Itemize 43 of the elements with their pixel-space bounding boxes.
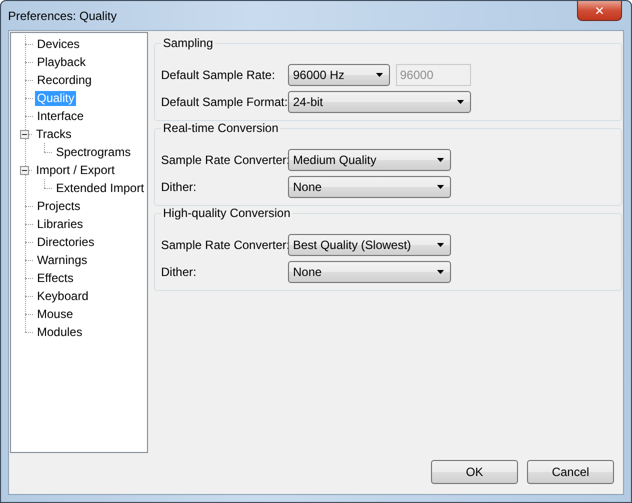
field-label: Dither: bbox=[161, 180, 198, 194]
window-title: Preferences: Quality bbox=[8, 8, 117, 22]
collapse-icon[interactable] bbox=[20, 166, 29, 174]
tree-item[interactable]: Modules bbox=[35, 324, 84, 340]
caret-icon bbox=[376, 72, 383, 76]
tree-item[interactable]: Spectrograms bbox=[54, 144, 133, 160]
group-title: Sampling bbox=[161, 36, 216, 50]
group-title: Real-time Conversion bbox=[161, 121, 280, 135]
dropdown[interactable]: 96000 Hz bbox=[288, 64, 390, 86]
tree-item[interactable]: Projects bbox=[35, 198, 82, 214]
dropdown[interactable]: Medium Quality bbox=[288, 148, 451, 170]
tree-item[interactable]: Mouse bbox=[35, 306, 76, 322]
tree-item[interactable]: Import / Export bbox=[34, 162, 117, 178]
field-label: Sample Rate Converter: bbox=[161, 238, 288, 252]
caret-icon bbox=[457, 100, 464, 104]
tree-item[interactable]: Playback bbox=[35, 54, 88, 70]
field-label: Default Sample Rate: bbox=[161, 68, 276, 82]
field-label: Default Sample Format: bbox=[161, 94, 288, 108]
group-title: High-quality Conversion bbox=[161, 206, 292, 220]
tree-item[interactable]: Warnings bbox=[35, 252, 90, 268]
tree-item[interactable]: Extended Import bbox=[54, 180, 146, 196]
dropdown[interactable]: None bbox=[288, 176, 451, 198]
dropdown[interactable]: None bbox=[288, 260, 451, 282]
caret-icon bbox=[437, 242, 444, 246]
caret-icon bbox=[437, 158, 444, 162]
dropdown[interactable]: 24-bit bbox=[288, 90, 471, 112]
tree-item[interactable]: Libraries bbox=[35, 216, 86, 232]
field-label: Dither: bbox=[161, 264, 198, 278]
ok-button[interactable]: OK bbox=[431, 460, 518, 484]
tree-item[interactable]: Devices bbox=[35, 36, 82, 52]
field-label: Sample Rate Converter: bbox=[161, 152, 288, 166]
caret-icon bbox=[437, 184, 444, 188]
tree-item[interactable]: Recording bbox=[35, 72, 94, 88]
caret-icon bbox=[437, 270, 444, 274]
collapse-icon[interactable] bbox=[20, 130, 29, 138]
cancel-button[interactable]: Cancel bbox=[527, 460, 614, 484]
tree-item[interactable]: Interface bbox=[35, 108, 86, 124]
tree-item[interactable]: Tracks bbox=[34, 126, 74, 142]
tree-item[interactable]: Effects bbox=[35, 270, 76, 286]
close-button[interactable]: ✕ bbox=[577, 1, 622, 21]
tree-item[interactable]: Keyboard bbox=[35, 288, 90, 304]
dropdown[interactable]: Best Quality (Slowest) bbox=[288, 234, 451, 256]
tree-item[interactable]: Directories bbox=[35, 234, 96, 250]
